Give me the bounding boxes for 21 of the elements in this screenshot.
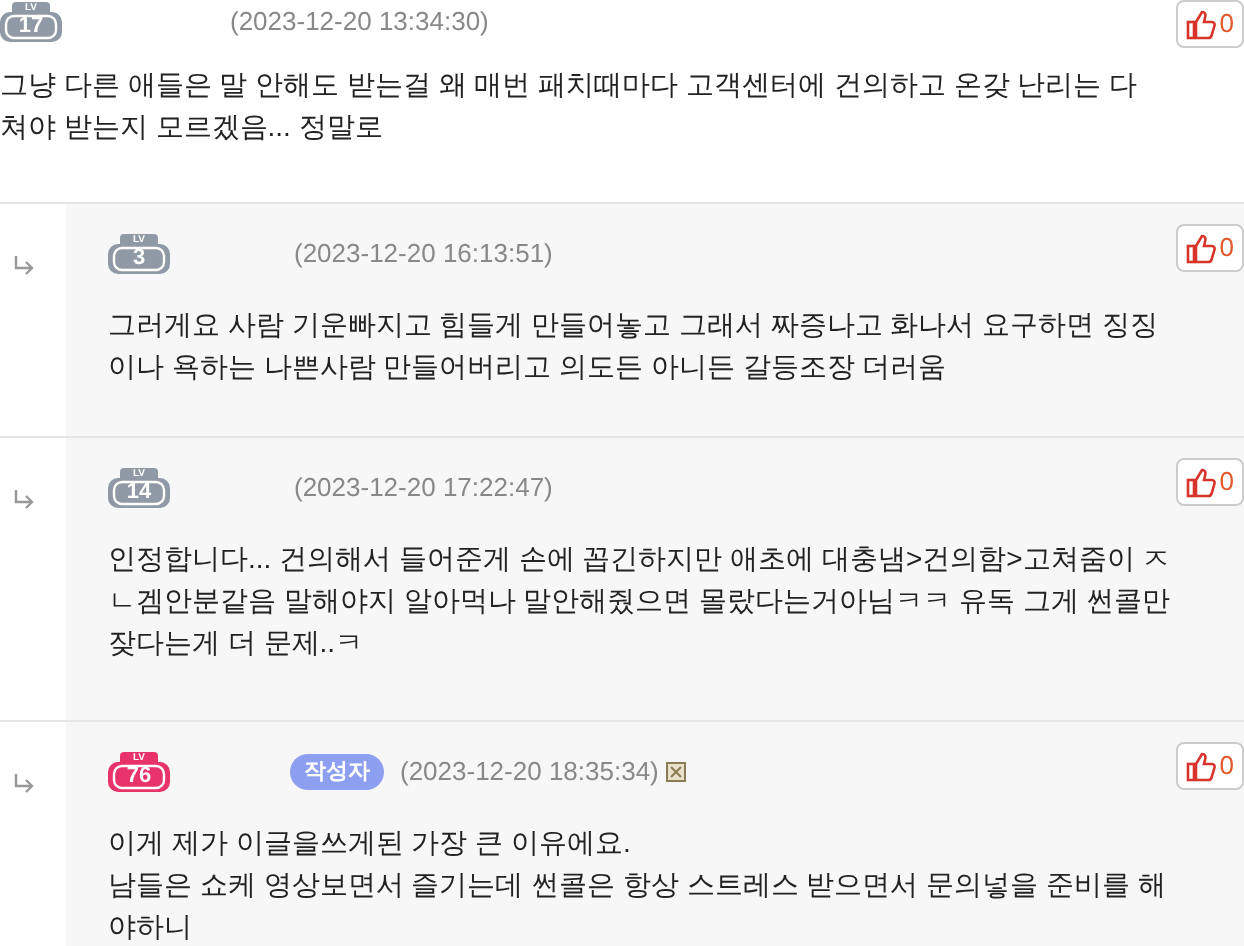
timestamp: (2023-12-20 13:34:30)	[230, 4, 489, 41]
reply-arrow-icon	[12, 488, 36, 513]
timestamp: (2023-12-20 17:22:47)	[294, 470, 553, 507]
like-button[interactable]: 0	[1175, 742, 1244, 790]
timestamp: (2023-12-20 18:35:34)	[400, 754, 659, 791]
reply-arrow-icon	[12, 772, 36, 797]
comment-text: 그냥 다른 애들은 말 안해도 받는걸 왜 매번 패치때마다 고객센터에 건의하고 온갖 난리는 다 쳐야 받는지 모르겠음... 정말로	[0, 66, 1140, 146]
comment-text: 인정합니다... 건의해서 들어준게 손에 꼽긴하지만 애초에 대충냄>건의함>고쳐줌이 ㅈㄴ겜안분같음 말해야지 알아먹나 말안해줬으면 몰랐다는거아님ㅋㅋ 유독 그게 썬콜만 잦다는게 더 문제..ㅋ	[108, 540, 1173, 662]
comment-text: 그러게요 사람 기운빠지고 힘들게 만들어놓고 그래서 짜증나고 화나서 요구하면 징징이나 욕하는 나쁜사람 만들어버리고 의도든 아니든 갈등조장 더러움	[108, 306, 1161, 386]
thumbs-up-icon	[1185, 233, 1216, 263]
reply-arrow-icon	[12, 254, 36, 279]
thumbs-up-icon	[1185, 751, 1216, 781]
like-button[interactable]: 0	[1175, 0, 1244, 48]
author-tag: 작성자	[290, 753, 384, 791]
timestamp: (2023-12-20 16:13:51)	[294, 236, 553, 273]
comment-text: 이게 제가 이글을쓰게된 가장 큰 이유에요. 남들은 쇼케 영상보면서 즐기는데 썬콜은 항상 스트레스 받으면서 문의넣을 준비를 해야하니	[108, 824, 1168, 946]
report-icon[interactable]	[666, 762, 687, 782]
thumbs-up-icon	[1185, 467, 1216, 497]
thumbs-up-icon	[1185, 9, 1216, 39]
like-button[interactable]: 0	[1175, 458, 1244, 506]
like-button[interactable]: 0	[1175, 224, 1244, 272]
